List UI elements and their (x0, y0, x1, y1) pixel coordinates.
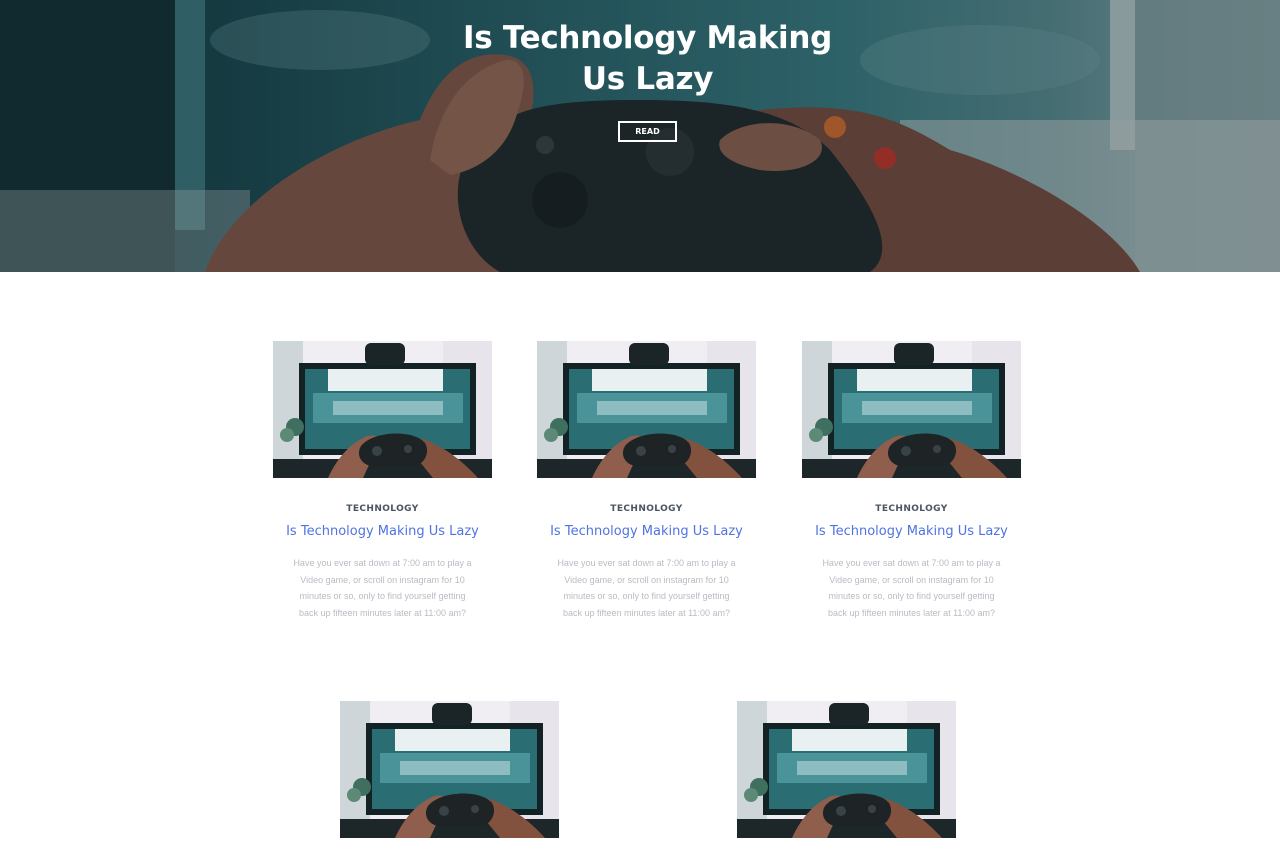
post-title-link[interactable]: Is Technology Making Us Lazy (537, 524, 756, 539)
post-card[interactable]: TECHNOLOGY Is Technology Making Us Lazy … (273, 341, 492, 621)
post-category[interactable]: TECHNOLOGY (273, 504, 492, 514)
post-card[interactable]: TECHNOLOGY Is Technology Making Us Lazy … (537, 341, 756, 621)
post-category[interactable]: TECHNOLOGY (537, 504, 756, 514)
hero-banner: Is Technology Making Us Lazy READ (0, 0, 1280, 272)
post-card[interactable]: TECHNOLOGY Is Technology Making Us Lazy … (802, 341, 1021, 621)
read-button[interactable]: READ (618, 121, 677, 142)
gaming-monitor-photo[interactable] (340, 701, 559, 838)
gaming-monitor-photo[interactable] (537, 341, 756, 478)
post-excerpt: Have you ever sat down at 7:00 am to pla… (293, 558, 472, 618)
post-card[interactable] (737, 701, 956, 838)
post-category[interactable]: TECHNOLOGY (802, 504, 1021, 514)
post-title-link[interactable]: Is Technology Making Us Lazy (273, 524, 492, 539)
post-excerpt: Have you ever sat down at 7:00 am to pla… (822, 558, 1001, 618)
post-title-link[interactable]: Is Technology Making Us Lazy (802, 524, 1021, 539)
post-card[interactable] (340, 701, 559, 838)
gaming-monitor-photo[interactable] (802, 341, 1021, 478)
gaming-monitor-photo[interactable] (273, 341, 492, 478)
gaming-monitor-photo[interactable] (737, 701, 956, 838)
post-excerpt: Have you ever sat down at 7:00 am to pla… (557, 558, 736, 618)
hero-title: Is Technology Making Us Lazy (462, 20, 833, 97)
